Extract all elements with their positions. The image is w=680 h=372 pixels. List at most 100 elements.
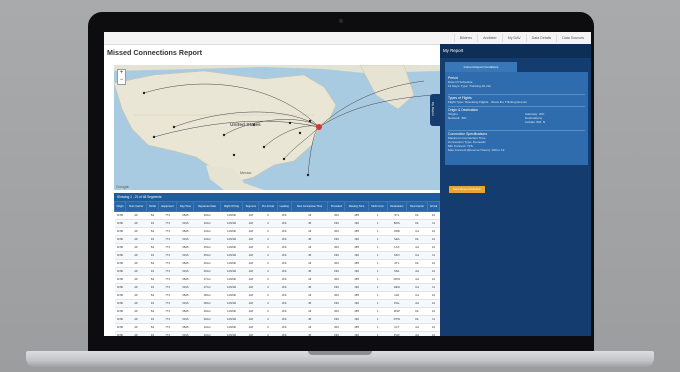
column-header[interactable]: NCNo: [146, 201, 159, 212]
table-cell: 1: [368, 235, 387, 244]
table-cell: 3: [258, 259, 277, 268]
table-row[interactable]: DXB AF 91 773 0915 10Jul 12NSR AM 4 JFK 45 230 190 1 P…: [114, 331, 440, 336]
tab-current-report-conditions[interactable]: Current Report Conditions: [445, 62, 517, 72]
table-row[interactable]: DXB AF 84 773 0845 08Jul 11NSR AM 3 JFK 43 200 185 1 I…: [114, 291, 440, 300]
table-cell: 1: [368, 211, 387, 220]
column-header[interactable]: Arrival: [427, 201, 440, 212]
table-row[interactable]: DXB AF 84 773 0845 05Jul 11NSR AM 3 JFK 43 200 185 1 L…: [114, 243, 440, 252]
table-row[interactable]: DXB AF 91 773 0915 08Jul 12NSR AM 4 JFK 45 230 190 1 P…: [114, 299, 440, 308]
table-row[interactable]: DXB AF 84 773 0845 04Jul 11NSR AM 3 JFK 43 200 185 1 O…: [114, 227, 440, 236]
table-cell: 773: [158, 251, 177, 260]
table-cell: 1: [368, 315, 387, 324]
table-cell: 1: [368, 323, 387, 332]
table-cell: 43: [291, 275, 328, 284]
table-cell: 11NSR: [220, 291, 243, 300]
save-report-button[interactable]: Save Report Definition: [449, 186, 485, 193]
column-header[interactable]: Preceded: [327, 201, 346, 212]
column-header[interactable]: Flight Of Day: [219, 201, 244, 212]
table-cell: 200: [327, 227, 345, 236]
section-line: 11 Days: Type: Tracking All Info: [448, 84, 492, 88]
table-cell: AF: [125, 275, 147, 284]
nav-link[interactable]: Bilderro: [453, 34, 477, 42]
table-cell: AM: [242, 315, 259, 324]
table-row[interactable]: DXB AF 84 773 0845 06Jul 11NSR AM 3 JFK 43 200 185 1 A…: [114, 259, 440, 268]
table-cell: AA: [406, 299, 428, 308]
zoom-out-button[interactable]: −: [118, 77, 125, 84]
column-header[interactable]: Multi Conn: [367, 201, 388, 212]
table-cell: 773: [158, 299, 177, 308]
table-row[interactable]: DXB AF 84 773 0845 03Jul 11NSR AM 3 JFK 43 200 185 1 S…: [114, 211, 440, 220]
table-cell: IAD: [387, 291, 407, 300]
table-cell: 773: [158, 235, 177, 244]
table-cell: 10: [427, 275, 440, 284]
table-cell: 4: [258, 219, 277, 228]
table-cell: MIA: [387, 267, 407, 276]
table-row[interactable]: DXB AF 91 773 0915 04Jul 12NSR AM 4 JFK 45 230 190 1 S…: [114, 235, 440, 244]
table-cell: 1: [368, 275, 387, 284]
table-row[interactable]: DXB AF 84 773 0845 09Jul 11NSR AM 3 JFK 43 200 185 1 M…: [114, 307, 440, 316]
table-cell: AF: [125, 227, 147, 236]
table-cell: 07Jul: [193, 283, 221, 292]
table-cell: 0915: [176, 315, 194, 324]
zoom-in-button[interactable]: +: [118, 70, 125, 77]
nav-link[interactable]: Data Sources: [556, 34, 589, 42]
nav-link[interactable]: Data Detalls: [525, 34, 557, 42]
column-header[interactable]: Max Connection Time: [290, 201, 329, 212]
table-cell: 11: [427, 251, 440, 260]
table-cell: 84: [146, 227, 159, 236]
table-cell: 11: [427, 283, 440, 292]
table-cell: DXB: [114, 331, 126, 336]
table-row[interactable]: DXB AF 91 773 0915 05Jul 12NSR AM 4 JFK 45 230 190 1 S…: [114, 251, 440, 260]
column-header[interactable]: Origin: [114, 201, 127, 212]
table-cell: DEN: [387, 283, 407, 292]
table-cell: DL: [406, 259, 428, 268]
table-row[interactable]: DXB AF 91 773 0915 03Jul 12NSR AM 4 JFK 45 230 190 1 B…: [114, 219, 440, 228]
column-header[interactable]: Pre Arrival: [258, 201, 278, 212]
column-header[interactable]: Destination: [386, 201, 408, 212]
table-cell: 200: [327, 291, 345, 300]
table-cell: AA: [406, 331, 428, 336]
nav-link[interactable]: Andfater: [477, 34, 502, 42]
table-cell: JFK: [277, 315, 292, 324]
table-cell: 43: [291, 307, 328, 316]
table-cell: 200: [327, 307, 345, 316]
table-cell: AM: [242, 211, 259, 220]
column-header[interactable]: Segment: [242, 201, 260, 212]
table-cell: 91: [146, 315, 159, 324]
table-cell: JFK: [277, 291, 292, 300]
column-header[interactable]: Equipment: [157, 201, 178, 212]
table-cell: AF: [125, 211, 147, 220]
map[interactable]: + − United States Mexico Google: [114, 65, 440, 190]
table-row[interactable]: DXB AF 91 773 0915 06Jul 12NSR AM 4 JFK 45 230 190 1 M…: [114, 267, 440, 276]
table-cell: 10Jul: [193, 323, 221, 332]
table-row[interactable]: DXB AF 91 773 0915 09Jul 12NSR AM 4 JFK 45 230 190 1 D…: [114, 315, 440, 324]
google-logo: Google: [116, 184, 129, 189]
column-header[interactable]: Num Carrier: [125, 201, 148, 212]
table-row[interactable]: DXB AF 84 773 0845 07Jul 11NSR AM 3 JFK 43 200 185 1 D…: [114, 275, 440, 284]
nav-link[interactable]: My DAV: [501, 34, 526, 42]
column-header[interactable]: Departure Date: [193, 201, 221, 212]
map-label-mexico: Mexico: [240, 171, 252, 175]
table-cell: 43: [291, 227, 328, 236]
table-cell: AM: [242, 331, 259, 336]
table-row[interactable]: DXB AF 91 773 0915 07Jul 12NSR AM 4 JFK 45 230 190 1 D…: [114, 283, 440, 292]
table-cell: DL: [406, 219, 428, 228]
table-cell: AF: [125, 315, 147, 324]
table-cell: PHL: [387, 299, 407, 308]
table-cell: 04Jul: [193, 227, 221, 236]
column-header[interactable]: Leading: [276, 201, 292, 212]
table-cell: 190: [344, 235, 369, 244]
table-cell: 1: [368, 219, 387, 228]
table-cell: 773: [158, 307, 177, 316]
column-header[interactable]: Dep Time: [176, 201, 195, 212]
column-header[interactable]: Meeting Time: [344, 201, 369, 212]
table-cell: 08Jul: [193, 299, 221, 308]
column-header[interactable]: Dest Carrier: [406, 201, 429, 212]
panel-section: Period Date Of Schedule 11 Days: Type: Tra…: [448, 76, 491, 88]
table-cell: JFK: [277, 267, 292, 276]
base-notch: [308, 351, 372, 355]
table-row[interactable]: DXB AF 84 773 0845 10Jul 11NSR AM 3 JFK 43 200 185 1 C…: [114, 323, 440, 332]
table-cell: 10: [427, 243, 440, 252]
table-cell: 11NSR: [220, 227, 243, 236]
my-report-toggle[interactable]: My Report: [430, 94, 440, 126]
